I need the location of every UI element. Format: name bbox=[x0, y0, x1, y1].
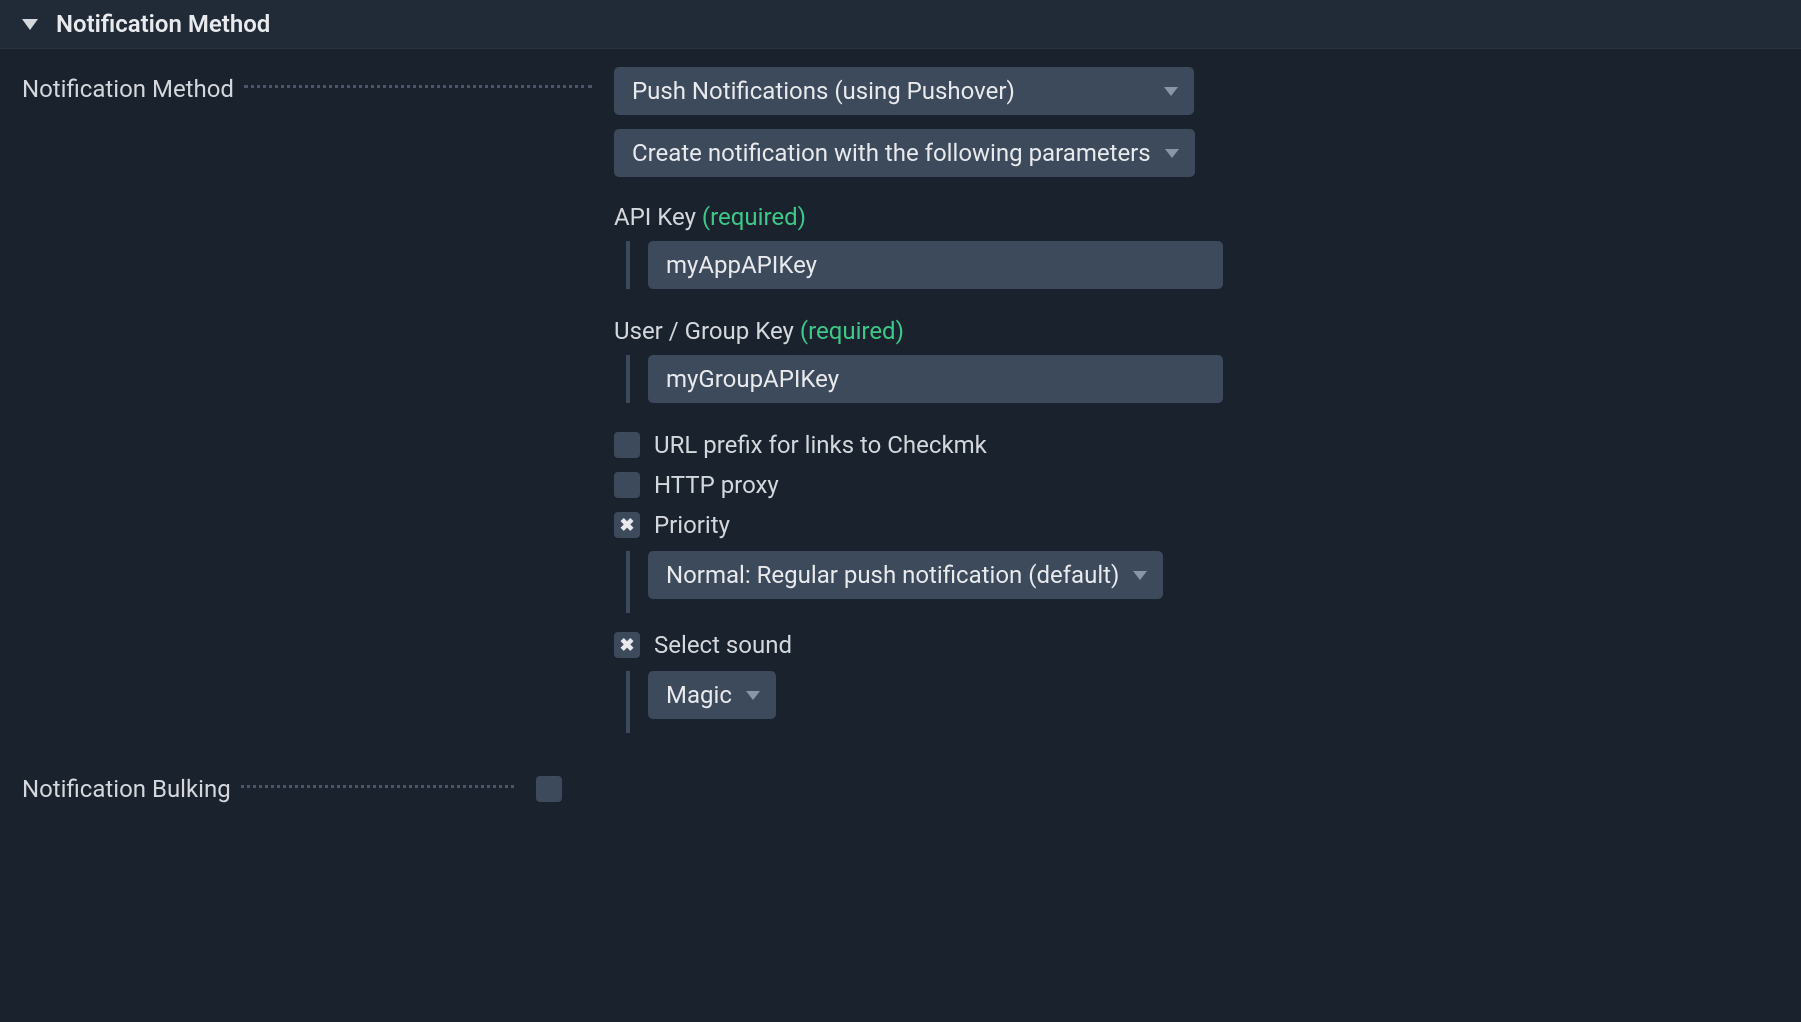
notification-method-dropdown-value: Push Notifications (using Pushover) bbox=[632, 77, 1015, 105]
notification-method-label-area: Notification Method bbox=[22, 67, 592, 103]
priority-dropdown-value: Normal: Regular push notification (defau… bbox=[666, 561, 1119, 589]
chevron-down-icon bbox=[1164, 87, 1178, 96]
sound-checkbox[interactable] bbox=[614, 632, 640, 658]
section-title: Notification Method bbox=[56, 10, 270, 38]
notification-bulking-control bbox=[514, 776, 562, 802]
notification-bulking-row: Notification Bulking bbox=[0, 759, 1801, 823]
chevron-down-icon bbox=[1165, 149, 1179, 158]
user-group-key-group: User / Group Key (required) bbox=[614, 317, 1779, 403]
chevron-down-icon bbox=[746, 691, 760, 700]
api-key-required: (required) bbox=[702, 203, 806, 231]
notification-method-label: Notification Method bbox=[22, 75, 234, 103]
sound-label: Select sound bbox=[654, 631, 792, 659]
http-proxy-checkbox[interactable] bbox=[614, 472, 640, 498]
label-dots bbox=[241, 785, 514, 788]
url-prefix-label: URL prefix for links to Checkmk bbox=[654, 431, 987, 459]
params-dropdown[interactable]: Create notification with the following p… bbox=[614, 129, 1195, 177]
user-group-key-input-block bbox=[626, 355, 1779, 403]
notification-bulking-label-area: Notification Bulking bbox=[22, 775, 514, 803]
api-key-input-block bbox=[626, 241, 1779, 289]
user-group-key-required: (required) bbox=[800, 317, 904, 345]
priority-dropdown[interactable]: Normal: Regular push notification (defau… bbox=[648, 551, 1163, 599]
sound-option-block: Magic bbox=[626, 671, 1779, 733]
api-key-input[interactable] bbox=[648, 241, 1223, 289]
sound-row: Select sound bbox=[614, 631, 1779, 659]
api-key-group: API Key (required) bbox=[614, 203, 1779, 289]
http-proxy-label: HTTP proxy bbox=[654, 471, 779, 499]
http-proxy-row: HTTP proxy bbox=[614, 471, 1779, 499]
notification-bulking-label: Notification Bulking bbox=[22, 775, 231, 803]
user-group-key-label-row: User / Group Key (required) bbox=[614, 317, 1779, 345]
url-prefix-row: URL prefix for links to Checkmk bbox=[614, 431, 1779, 459]
user-group-key-input[interactable] bbox=[648, 355, 1223, 403]
api-key-label: API Key bbox=[614, 203, 696, 231]
user-group-key-label: User / Group Key bbox=[614, 317, 794, 345]
priority-option-block: Normal: Regular push notification (defau… bbox=[626, 551, 1779, 613]
api-key-label-row: API Key (required) bbox=[614, 203, 1779, 231]
priority-label: Priority bbox=[654, 511, 730, 539]
chevron-down-icon bbox=[1133, 571, 1147, 580]
section-header[interactable]: Notification Method bbox=[0, 0, 1801, 49]
notification-method-content: Push Notifications (using Pushover) Crea… bbox=[592, 67, 1779, 759]
notification-bulking-checkbox[interactable] bbox=[536, 776, 562, 802]
notification-method-dropdown[interactable]: Push Notifications (using Pushover) bbox=[614, 67, 1194, 115]
priority-checkbox[interactable] bbox=[614, 512, 640, 538]
priority-row: Priority bbox=[614, 511, 1779, 539]
sound-dropdown[interactable]: Magic bbox=[648, 671, 776, 719]
sound-dropdown-value: Magic bbox=[666, 681, 732, 709]
url-prefix-checkbox[interactable] bbox=[614, 432, 640, 458]
params-dropdown-value: Create notification with the following p… bbox=[632, 139, 1151, 167]
notification-method-row: Notification Method Push Notifications (… bbox=[0, 49, 1801, 759]
collapse-down-icon bbox=[22, 19, 38, 30]
label-dots bbox=[244, 85, 592, 88]
